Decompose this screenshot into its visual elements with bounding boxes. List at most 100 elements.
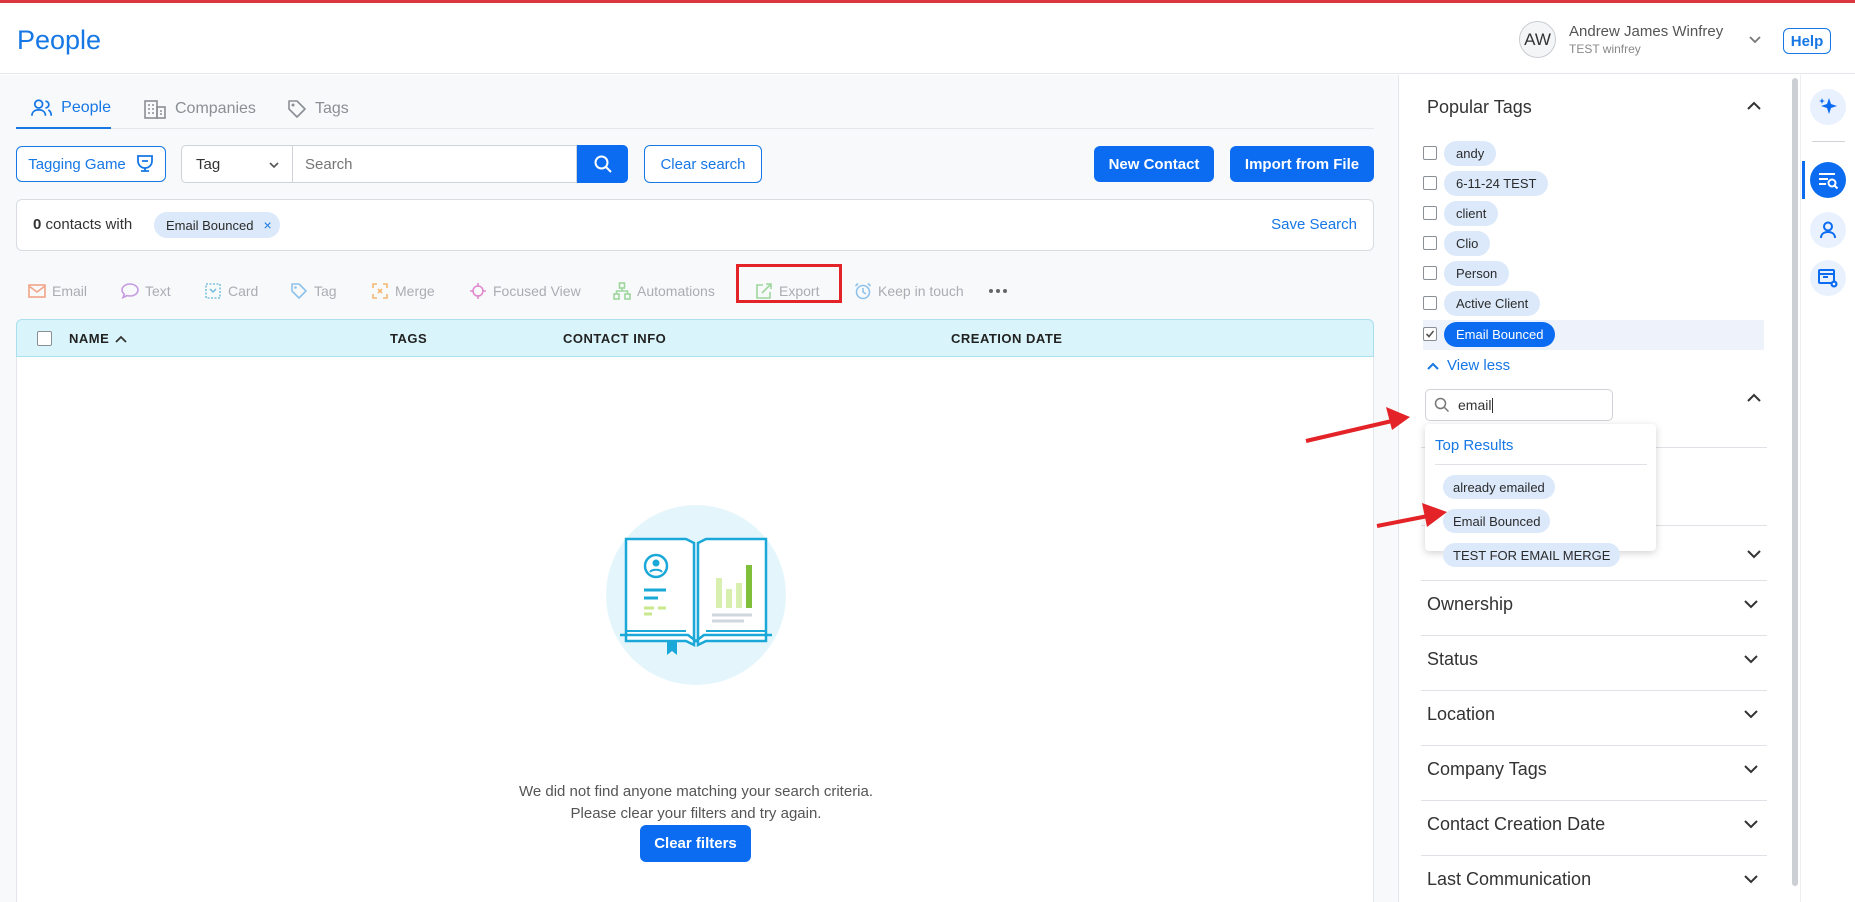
merge-action[interactable]: Merge: [371, 273, 435, 309]
dropdown-result-item[interactable]: Email Bounced: [1443, 509, 1551, 533]
checkmark-icon: [1425, 330, 1435, 338]
chevron-down-icon: [1744, 765, 1758, 774]
right-icon-rail: [1800, 75, 1855, 902]
card-icon: [205, 283, 221, 299]
close-icon[interactable]: ×: [263, 217, 271, 233]
tag-chip: client: [1444, 201, 1499, 226]
tag-checkbox[interactable]: [1423, 146, 1437, 160]
tag-option[interactable]: Person: [1423, 260, 1764, 287]
dropdown-result-item[interactable]: already emailed: [1443, 475, 1555, 499]
clear-filters-button[interactable]: Clear filters: [640, 825, 751, 862]
tab-companies[interactable]: Companies: [143, 89, 256, 129]
tag-icon: [291, 283, 307, 299]
tag-option[interactable]: Clio: [1423, 230, 1764, 257]
section-status[interactable]: Status: [1421, 635, 1767, 681]
tag-action[interactable]: Tag: [290, 273, 337, 309]
action-label: Card: [228, 283, 259, 299]
column-creation-date: CREATION DATE: [951, 331, 1063, 346]
tag-option[interactable]: 6-11-24 TEST: [1423, 170, 1764, 197]
sparkle-icon: [1819, 98, 1837, 114]
chevron-down-icon[interactable]: [1747, 31, 1763, 47]
sidebar-scrollbar[interactable]: [1792, 78, 1798, 886]
tag-search-value: email: [1458, 397, 1492, 413]
filter-type-value: Tag: [196, 155, 221, 173]
action-label: Keep in touch: [878, 283, 964, 299]
clear-search-button[interactable]: Clear search: [644, 145, 762, 183]
import-from-file-button[interactable]: Import from File: [1230, 146, 1374, 182]
action-label: Focused View: [493, 283, 581, 299]
tag-checkbox-checked[interactable]: [1423, 327, 1437, 341]
automation-icon: [613, 282, 631, 300]
tag-chip: Active Client: [1444, 291, 1541, 316]
section-contact-creation-date[interactable]: Contact Creation Date: [1421, 800, 1767, 846]
card-action[interactable]: Card: [204, 273, 258, 309]
chevron-down-icon[interactable]: [1746, 548, 1762, 560]
tag-checkbox[interactable]: [1423, 266, 1437, 280]
section-company-tags[interactable]: Company Tags: [1421, 745, 1767, 791]
section-label: Contact Creation Date: [1427, 814, 1606, 834]
alarm-icon: [854, 282, 872, 300]
help-button[interactable]: Help: [1783, 28, 1831, 54]
main-content: People Companies Tags Tagging Game Tag C…: [0, 75, 1398, 902]
tag-search-input[interactable]: email: [1425, 389, 1613, 421]
focused-view-action[interactable]: Focused View: [469, 273, 581, 309]
tag-checkbox[interactable]: [1423, 296, 1437, 310]
more-icon: [989, 289, 1007, 293]
select-all-checkbox[interactable]: [37, 331, 52, 346]
section-location[interactable]: Location: [1421, 690, 1767, 736]
tag-option[interactable]: Active Client: [1423, 290, 1764, 317]
chevron-up-icon[interactable]: [1746, 392, 1762, 404]
tagging-game-button[interactable]: Tagging Game: [16, 146, 166, 182]
section-label: Status: [1427, 649, 1479, 669]
tag-icon: [288, 100, 306, 118]
settings-panel-button[interactable]: [1810, 260, 1846, 296]
tag-checkbox[interactable]: [1423, 236, 1437, 250]
tag-option[interactable]: client: [1423, 200, 1764, 227]
table-settings-icon: [1818, 269, 1838, 288]
person-icon: [1820, 221, 1836, 239]
count-suffix: contacts with: [45, 216, 133, 233]
ai-assistant-button[interactable]: [1810, 89, 1846, 125]
more-actions-button[interactable]: [988, 273, 1014, 309]
user-name[interactable]: Andrew James Winfrey: [1569, 23, 1723, 40]
result-count: 0 contacts with: [33, 216, 132, 233]
building-icon: [144, 100, 166, 119]
search-button[interactable]: [577, 145, 628, 183]
contact-panel-button[interactable]: [1810, 212, 1846, 248]
empty-book-illustration: [606, 505, 786, 685]
tab-bar: People Companies Tags: [16, 89, 1374, 129]
filter-type-select[interactable]: Tag: [181, 145, 293, 183]
tab-tags[interactable]: Tags: [287, 89, 349, 129]
new-contact-button[interactable]: New Contact: [1094, 146, 1214, 182]
section-last-communication[interactable]: Last Communication: [1421, 855, 1767, 901]
keep-in-touch-action[interactable]: Keep in touch: [854, 273, 964, 309]
text-action[interactable]: Text: [121, 273, 171, 309]
action-label: Automations: [637, 283, 715, 299]
section-ownership[interactable]: Ownership: [1421, 580, 1767, 626]
tag-option-selected[interactable]: Email Bounced: [1423, 320, 1764, 350]
popular-tags-title: Popular Tags: [1427, 97, 1532, 117]
search-input[interactable]: [293, 145, 577, 183]
tag-checkbox[interactable]: [1423, 176, 1437, 190]
filter-search-panel-button[interactable]: [1810, 162, 1846, 198]
dropdown-result-item[interactable]: TEST FOR EMAIL MERGE: [1443, 543, 1621, 567]
automations-action[interactable]: Automations: [613, 273, 715, 309]
text-cursor: [1492, 397, 1494, 413]
dropdown-title: Top Results: [1435, 437, 1514, 454]
tag-chip: 6-11-24 TEST: [1444, 171, 1549, 196]
tag-chip: andy: [1444, 141, 1497, 166]
email-action[interactable]: Email: [28, 273, 87, 309]
column-name[interactable]: NAME: [69, 331, 127, 346]
rail-divider: [1812, 141, 1845, 142]
rail-active-indicator: [1802, 161, 1805, 199]
chevron-down-icon: [1744, 875, 1758, 884]
save-search-link[interactable]: Save Search: [1271, 216, 1357, 233]
tag-checkbox[interactable]: [1423, 206, 1437, 220]
tab-people[interactable]: People: [16, 89, 111, 129]
tag-option[interactable]: andy: [1423, 140, 1764, 167]
section-label: Last Communication: [1427, 869, 1592, 889]
avatar[interactable]: AW: [1519, 21, 1556, 58]
merge-icon: [372, 283, 388, 299]
view-less-link[interactable]: View less: [1427, 357, 1510, 374]
chevron-up-icon[interactable]: [1746, 100, 1762, 112]
